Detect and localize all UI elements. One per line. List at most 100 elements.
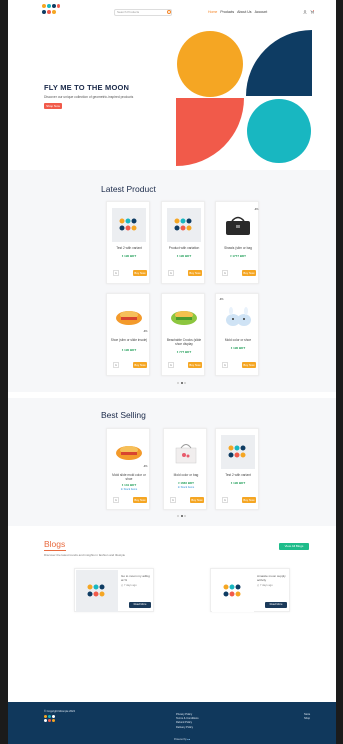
quantity-input[interactable]: 1 — [222, 497, 228, 503]
product-name[interactable]: Shoe (slim or slide insole) — [109, 338, 149, 343]
orange-slipper-image — [116, 311, 142, 325]
buy-now-button[interactable]: Buy Now — [188, 270, 202, 276]
shop-link[interactable]: Shop — [304, 717, 310, 721]
buy-now-button[interactable]: Buy Now — [188, 362, 202, 368]
user-icon[interactable] — [303, 10, 307, 14]
product-name[interactable]: Mold color or bag — [166, 473, 206, 478]
carousel-dot[interactable] — [177, 382, 179, 384]
placeholder-logo-icon — [223, 584, 241, 597]
product-price: ₫ 131 BDT — [121, 483, 137, 487]
blog-title[interactable]: Go to moon my adfog at % — [121, 574, 153, 582]
blog-date-text: 7 days ago — [259, 584, 273, 587]
quantity-input[interactable]: 1 — [222, 270, 228, 276]
shop-now-button[interactable]: Shop Now — [44, 103, 62, 109]
orange-slipper-image — [116, 446, 142, 460]
product-card[interactable]: Beachable Crocks (slide shoe display ₫ 7… — [161, 293, 205, 376]
buy-now-button[interactable]: Buy Now — [133, 362, 147, 368]
product-card[interactable]: -9% Shoe (slim or slide insole) ₫ 190 BD… — [106, 293, 150, 376]
footer-links: Privacy Policy Terms & Conditions Refund… — [176, 713, 199, 730]
tote-bag-image — [175, 444, 197, 464]
product-name[interactable]: Shawls (slim or bag — [218, 246, 258, 251]
stock-status: In Stock Items — [120, 488, 138, 491]
nav-products[interactable]: Products — [220, 10, 234, 14]
placeholder-logo-icon — [87, 584, 105, 597]
main-nav: Home Products About Us Account — [208, 10, 267, 14]
product-image — [112, 435, 146, 469]
buy-now-button[interactable]: Buy Now — [242, 362, 256, 368]
quantity-input[interactable]: 1 — [113, 270, 119, 276]
product-price: ₫ 190 BDT — [230, 346, 246, 350]
blog-card[interactable]: Go to moon my adfog at % ◴ 7 days ago Re… — [74, 568, 154, 612]
carousel-dot-active[interactable] — [180, 382, 183, 384]
buy-now-button[interactable]: Buy Now — [242, 497, 256, 503]
quantity-input[interactable]: 1 — [168, 362, 174, 368]
carousel-dot[interactable] — [177, 515, 179, 517]
cart-icon[interactable] — [310, 10, 314, 14]
moonpie-logo[interactable] — [42, 4, 60, 18]
quantity-input[interactable]: 1 — [113, 362, 119, 368]
buy-now-button[interactable]: Buy Now — [242, 270, 256, 276]
powered-by-logo-icon[interactable]: ●● — [187, 738, 190, 741]
carousel-dot[interactable] — [184, 515, 186, 517]
stock-status: In Stock Items — [177, 486, 195, 489]
product-card[interactable]: Test 2 with variant ₫ 190 BDT 1 Buy Now — [106, 201, 150, 284]
product-price: ₫ 190 BDT — [230, 481, 246, 485]
product-card[interactable]: -9% Mold color or shoe ₫ 190 BDT 1 Buy N… — [215, 293, 259, 376]
product-card[interactable]: -9% Shawls (slim or bag ₫ 1777 BDT 1 Buy… — [215, 201, 259, 284]
nav-home[interactable]: Home — [208, 10, 217, 14]
product-image — [221, 435, 255, 469]
quantity-input[interactable]: 1 — [168, 270, 174, 276]
footer-social: Store Shop — [304, 713, 310, 721]
blog-thumbnail — [76, 570, 118, 612]
blog-thumbnail — [212, 570, 254, 612]
copyright: © Copyright Moonpie 2024 — [44, 710, 75, 713]
blog-date-text: 7 days ago — [123, 584, 137, 587]
carousel-dot-active[interactable] — [180, 515, 183, 517]
product-card[interactable]: Mold color or bag ₫ 1666 BDT In Stock It… — [163, 428, 207, 510]
buy-now-button[interactable]: Buy Now — [133, 270, 147, 276]
blogs-subtitle: Discover the latest trends and insights … — [44, 553, 126, 557]
product-price: ₫ 190 BDT — [176, 254, 192, 258]
nav-account[interactable]: Account — [255, 10, 268, 14]
coral-quarter-shape — [176, 98, 244, 166]
product-name[interactable]: Mold color or shoe — [218, 338, 258, 343]
view-all-blogs-button[interactable]: View All Blogs — [279, 543, 309, 550]
nav-about[interactable]: About Us — [237, 10, 251, 14]
buy-now-button[interactable]: Buy Now — [190, 497, 204, 503]
buy-now-button[interactable]: Buy Now — [133, 497, 147, 503]
quantity-input[interactable]: 1 — [170, 497, 176, 503]
hero-banner: FLY ME TO THE MOON Discover our unique c… — [8, 20, 336, 170]
product-price: ₫ 777 BDT — [176, 350, 192, 354]
read-more-button[interactable]: Read More — [265, 602, 287, 608]
blog-title[interactable]: Amasite moon supply activity — [257, 574, 289, 582]
navy-quarter-shape — [246, 30, 312, 96]
delivery-policy-link[interactable]: Delivery Policy — [176, 726, 199, 730]
teal-circle-shape — [247, 99, 311, 163]
hero-title: FLY ME TO THE MOON — [44, 83, 130, 92]
page: Search Products Home Products About Us A… — [8, 0, 336, 744]
read-more-button[interactable]: Read More — [129, 602, 151, 608]
product-card[interactable]: Product with variation ₫ 190 BDT 1 Buy N… — [161, 201, 205, 284]
carousel-dot[interactable] — [184, 382, 186, 384]
product-card[interactable]: -9% Mold slide mold color or shoe ₫ 131 … — [106, 428, 150, 510]
product-name[interactable]: Product with variation — [164, 246, 204, 251]
green-slipper-image — [171, 311, 197, 325]
search-icon[interactable] — [167, 10, 171, 14]
footer-logo[interactable] — [44, 715, 58, 723]
product-price: ₫ 1666 BDT — [177, 481, 195, 485]
placeholder-logo-icon — [119, 218, 137, 231]
product-name[interactable]: Mold slide mold color or shoe — [109, 473, 149, 482]
search-input[interactable]: Search Products — [114, 9, 172, 16]
product-price: ₫ 1777 BDT — [229, 254, 247, 258]
product-name[interactable]: Test 2 with variant — [218, 473, 258, 478]
blog-card[interactable]: Amasite moon supply activity ◴ 7 days ag… — [210, 568, 290, 612]
product-image — [112, 208, 146, 242]
product-image — [167, 208, 201, 242]
product-card[interactable]: Test 2 with variant ₫ 190 BDT 1 Buy Now — [215, 428, 259, 510]
quantity-input[interactable]: 1 — [222, 362, 228, 368]
hero-subtitle: Discover our unique collection of geomet… — [44, 95, 134, 99]
placeholder-logo-icon — [174, 218, 192, 231]
product-name[interactable]: Beachable Crocks (slide shoe display — [164, 338, 204, 347]
product-name[interactable]: Test 2 with variant — [109, 246, 149, 251]
quantity-input[interactable]: 1 — [113, 497, 119, 503]
